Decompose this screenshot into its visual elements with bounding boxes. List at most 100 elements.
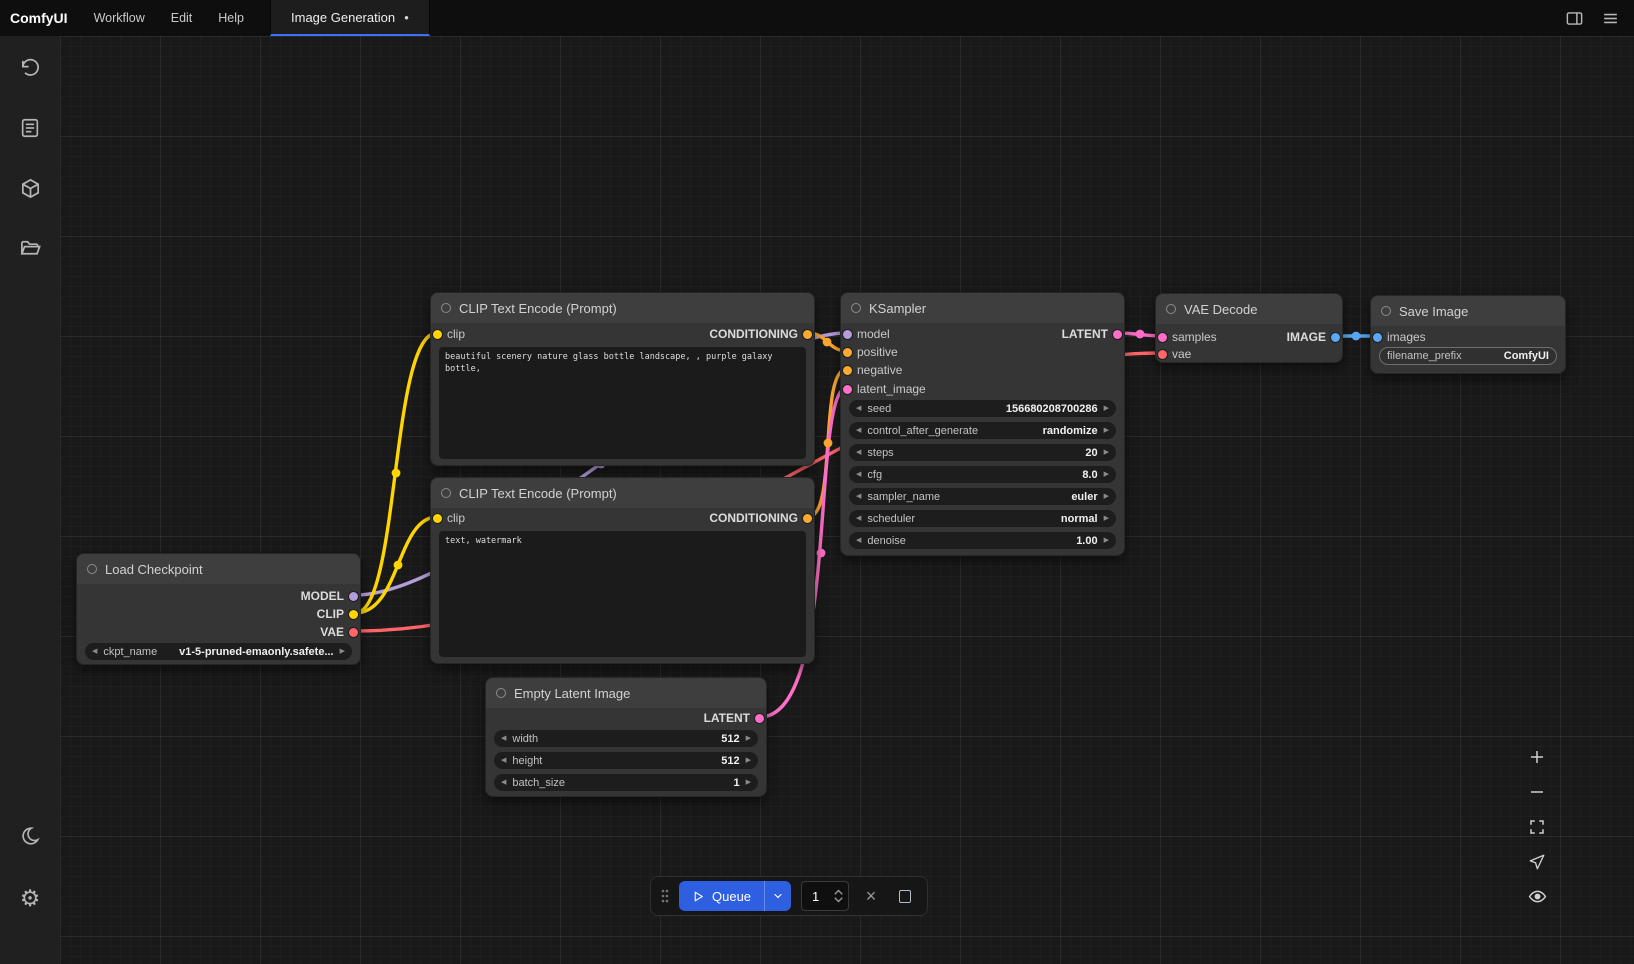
decrement-arrow-icon[interactable]: ◀ xyxy=(856,537,861,544)
input-port-clip[interactable] xyxy=(433,514,442,523)
decrement-arrow-icon[interactable]: ◀ xyxy=(856,427,861,434)
input-port-positive[interactable] xyxy=(843,348,852,357)
increment-arrow-icon[interactable]: ▶ xyxy=(746,735,751,742)
sidebar-item-history[interactable] xyxy=(10,48,50,88)
increment-arrow-icon[interactable]: ▶ xyxy=(1104,471,1109,478)
increment-arrow-icon[interactable]: ▶ xyxy=(1104,405,1109,412)
node-save-image[interactable]: Save Image images filename_prefix ComfyU… xyxy=(1370,295,1566,374)
hamburger-menu-button[interactable] xyxy=(1600,8,1620,28)
fit-view-button[interactable] xyxy=(1518,810,1556,843)
node-header[interactable]: CLIP Text Encode (Prompt) xyxy=(431,293,814,323)
increment-arrow-icon[interactable]: ▶ xyxy=(340,648,345,655)
input-port-vae[interactable] xyxy=(1158,350,1167,359)
decrement-arrow-icon[interactable]: ◀ xyxy=(856,515,861,522)
input-port-clip[interactable] xyxy=(433,330,442,339)
widget-width[interactable]: ◀ width 512 ▶ xyxy=(494,730,758,747)
widget-height[interactable]: ◀ height 512 ▶ xyxy=(494,752,758,769)
widget-steps[interactable]: ◀ steps 20 ▶ xyxy=(849,444,1116,461)
stepper-arrows[interactable] xyxy=(834,889,843,903)
decrement-arrow-icon[interactable]: ◀ xyxy=(501,779,506,786)
output-port-clip[interactable] xyxy=(349,610,358,619)
decrement-arrow-icon[interactable]: ◀ xyxy=(92,648,97,655)
widget-filename-prefix[interactable]: filename_prefix ComfyUI xyxy=(1379,347,1557,365)
node-clip-text-encode-negative[interactable]: CLIP Text Encode (Prompt) clip CONDITION… xyxy=(430,477,815,664)
decrement-arrow-icon[interactable]: ◀ xyxy=(501,757,506,764)
collapse-dot-icon[interactable] xyxy=(441,488,451,498)
menu-workflow[interactable]: Workflow xyxy=(94,11,145,25)
clear-queue-button[interactable]: × xyxy=(859,881,883,911)
input-port-latent-image[interactable] xyxy=(843,385,852,394)
increment-arrow-icon[interactable]: ▶ xyxy=(1104,427,1109,434)
toggle-links-button[interactable] xyxy=(1518,880,1556,913)
input-port-images[interactable] xyxy=(1373,333,1382,342)
input-port-negative[interactable] xyxy=(843,366,852,375)
prompt-textarea[interactable]: text, watermark xyxy=(439,531,806,657)
node-header[interactable]: Load Checkpoint xyxy=(77,554,360,584)
queue-button[interactable]: Queue xyxy=(679,881,764,911)
zoom-out-button[interactable] xyxy=(1518,775,1556,808)
increment-arrow-icon[interactable]: ▶ xyxy=(746,779,751,786)
widget-scheduler[interactable]: ◀ scheduler normal ▶ xyxy=(849,510,1116,527)
node-header[interactable]: Empty Latent Image xyxy=(486,678,766,708)
sidebar-item-theme-toggle[interactable] xyxy=(10,816,50,856)
collapse-dot-icon[interactable] xyxy=(1166,304,1176,314)
collapse-dot-icon[interactable] xyxy=(1381,306,1391,316)
increment-arrow-icon[interactable]: ▶ xyxy=(746,757,751,764)
output-port-model[interactable] xyxy=(349,592,358,601)
widget-seed[interactable]: ◀ seed 156680208700286 ▶ xyxy=(849,400,1116,417)
zoom-in-button[interactable] xyxy=(1518,740,1556,773)
node-clip-text-encode-positive[interactable]: CLIP Text Encode (Prompt) clip CONDITION… xyxy=(430,292,815,466)
decrement-arrow-icon[interactable]: ◀ xyxy=(856,471,861,478)
node-ksampler[interactable]: KSampler model positive negative latent_… xyxy=(840,292,1125,556)
sidebar-item-queue[interactable] xyxy=(10,108,50,148)
node-vae-decode[interactable]: VAE Decode samples vae IMAGE xyxy=(1155,293,1343,363)
batch-count-stepper[interactable]: 1 xyxy=(801,881,849,911)
drag-handle-icon[interactable] xyxy=(661,888,669,904)
output-port-vae[interactable] xyxy=(349,628,358,637)
output-port-image[interactable] xyxy=(1331,333,1340,342)
menu-help[interactable]: Help xyxy=(218,11,244,25)
decrement-arrow-icon[interactable]: ◀ xyxy=(501,735,506,742)
decrement-arrow-icon[interactable]: ◀ xyxy=(856,449,861,456)
increment-arrow-icon[interactable]: ▶ xyxy=(1104,493,1109,500)
output-port-conditioning[interactable] xyxy=(803,514,812,523)
widget-sampler-name[interactable]: ◀ sampler_name euler ▶ xyxy=(849,488,1116,505)
collapse-dot-icon[interactable] xyxy=(851,303,861,313)
widget-cfg[interactable]: ◀ cfg 8.0 ▶ xyxy=(849,466,1116,483)
node-header[interactable]: KSampler xyxy=(841,293,1124,323)
sidebar-item-model-library[interactable] xyxy=(10,168,50,208)
tab-image-generation[interactable]: Image Generation ● xyxy=(270,0,430,36)
decrement-arrow-icon[interactable]: ◀ xyxy=(856,493,861,500)
collapse-dot-icon[interactable] xyxy=(496,688,506,698)
widget-control-after-generate[interactable]: ◀ control_after_generate randomize ▶ xyxy=(849,422,1116,439)
node-header[interactable]: CLIP Text Encode (Prompt) xyxy=(431,478,814,508)
increment-arrow-icon[interactable]: ▶ xyxy=(1104,537,1109,544)
output-port-latent[interactable] xyxy=(1113,330,1122,339)
output-port-latent[interactable] xyxy=(755,714,764,723)
panel-toggle-button[interactable] xyxy=(1564,8,1584,28)
widget-ckpt-name[interactable]: ◀ ckpt_name v1-5-pruned-emaonly.safete..… xyxy=(85,643,352,660)
prompt-textarea[interactable]: beautiful scenery nature glass bottle la… xyxy=(439,347,806,459)
collapse-dot-icon[interactable] xyxy=(441,303,451,313)
node-empty-latent-image[interactable]: Empty Latent Image LATENT ◀ width 512 ▶ … xyxy=(485,677,767,797)
sidebar-item-settings[interactable]: ⚙ xyxy=(10,878,50,918)
widget-batch-size[interactable]: ◀ batch_size 1 ▶ xyxy=(494,774,758,791)
select-mode-button[interactable] xyxy=(1518,845,1556,878)
input-port-model[interactable] xyxy=(843,330,852,339)
increment-arrow-icon[interactable]: ▶ xyxy=(1104,515,1109,522)
increment-arrow-icon[interactable]: ▶ xyxy=(1104,449,1109,456)
stop-button[interactable] xyxy=(893,881,917,911)
collapse-dot-icon[interactable] xyxy=(87,564,97,574)
node-header[interactable]: VAE Decode xyxy=(1156,294,1342,324)
decrement-arrow-icon[interactable]: ◀ xyxy=(856,405,861,412)
output-port-conditioning[interactable] xyxy=(803,330,812,339)
input-port-samples[interactable] xyxy=(1158,333,1167,342)
menu-edit[interactable]: Edit xyxy=(171,11,193,25)
node-load-checkpoint[interactable]: Load Checkpoint MODEL CLIP VAE ◀ ckpt_na… xyxy=(76,553,361,665)
queue-options-dropdown[interactable] xyxy=(764,881,791,911)
widget-denoise[interactable]: ◀ denoise 1.00 ▶ xyxy=(849,532,1116,549)
app-logo[interactable]: ComfyUI xyxy=(10,10,68,26)
node-header[interactable]: Save Image xyxy=(1371,296,1565,326)
sidebar-item-workflows[interactable] xyxy=(10,228,50,268)
fit-view-icon xyxy=(1528,818,1546,836)
